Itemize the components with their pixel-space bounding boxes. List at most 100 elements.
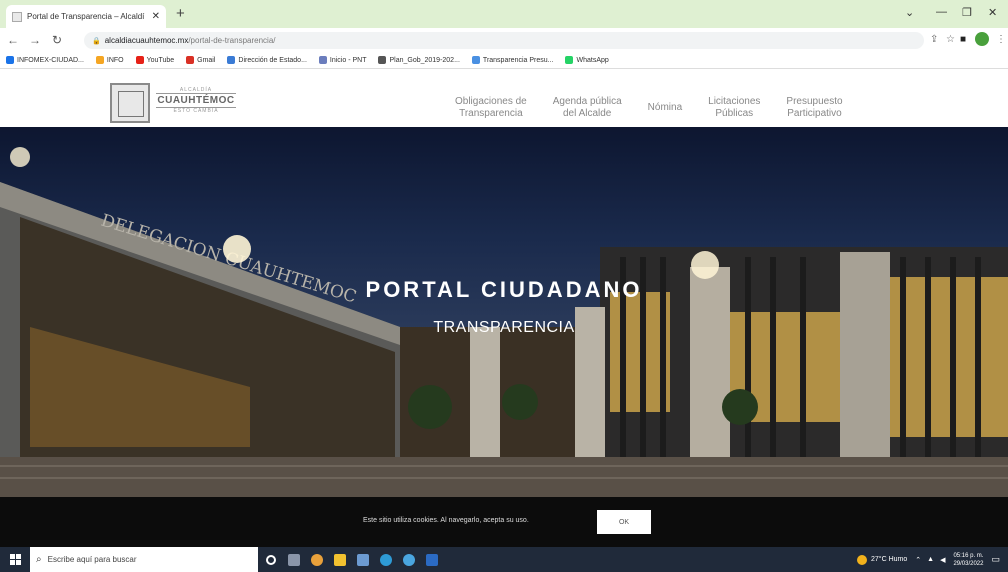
cookie-text: Este sitio utiliza cookies. Al navegarlo…: [363, 517, 529, 524]
lock-icon: 🔒: [92, 37, 101, 45]
address-bar[interactable]: 🔒 alcaldiacuauhtemoc.mx/portal-de-transp…: [84, 32, 924, 49]
bookmark-favicon-icon: [6, 56, 14, 64]
bookmark-item[interactable]: WhatsApp: [565, 56, 609, 64]
chrome-icon[interactable]: [307, 547, 327, 572]
close-tab-icon[interactable]: ✕: [152, 11, 160, 22]
task-view-icon[interactable]: [284, 547, 304, 572]
bookmark-item[interactable]: Gmail: [186, 56, 215, 64]
browser-tab-strip: Portal de Transparencia – Alcaldí ✕ + ⌄ …: [0, 0, 1008, 28]
network-icon[interactable]: ▲: [927, 556, 934, 563]
file-explorer-icon[interactable]: [330, 547, 350, 572]
weather-icon: [856, 554, 867, 565]
bookmark-label: Inicio - PNT: [329, 56, 367, 64]
back-icon[interactable]: ←: [4, 33, 22, 47]
hero-banner: DELEGACION CUAUHTEMOC PORTAL CIUDADANO T…: [0, 127, 1008, 497]
nav-link[interactable]: Obligaciones de Transparencia: [455, 96, 527, 120]
nav-link[interactable]: Agenda pública del Alcalde: [553, 96, 622, 120]
hero-title: PORTAL CIUDADANO: [365, 277, 643, 302]
edge-icon[interactable]: [376, 547, 396, 572]
bookmark-item[interactable]: INFO: [95, 56, 124, 64]
weather-text[interactable]: 27°C Humo: [871, 556, 907, 563]
bookmark-label: INFO: [106, 56, 124, 64]
bookmark-label: INFOMEX-CIUDAD...: [17, 56, 84, 64]
alcaldia-crest-icon[interactable]: [110, 83, 150, 123]
notifications-icon[interactable]: ▭: [991, 554, 1000, 565]
bookmark-favicon-icon: [471, 56, 480, 64]
bookmark-favicon-icon: [95, 56, 104, 64]
bookmark-favicon-icon: [565, 56, 574, 64]
nav-link[interactable]: Presupuesto Participativo: [786, 96, 842, 120]
bookmark-item[interactable]: Transparencia Presu...: [471, 56, 554, 64]
tab-search-icon[interactable]: ⌄: [905, 6, 914, 19]
nav-link-line1: Obligaciones de: [455, 96, 527, 107]
logo-bottom-text: ESTO CAMBIA: [173, 108, 219, 114]
volume-icon[interactable]: ◀: [940, 556, 945, 564]
restore-icon[interactable]: ❐: [962, 6, 972, 19]
clock-date: 29/03/2022: [953, 560, 984, 567]
word-icon[interactable]: [422, 547, 442, 572]
store-icon[interactable]: [353, 547, 373, 572]
tab-title: Portal de Transparencia – Alcaldí: [27, 12, 145, 21]
cortana-icon[interactable]: [261, 547, 281, 572]
nav-link[interactable]: Nómina: [648, 96, 682, 120]
share-icon[interactable]: ⇪: [930, 34, 938, 45]
forward-icon[interactable]: →: [26, 33, 44, 47]
menu-icon[interactable]: ⋮: [996, 34, 1006, 45]
bookmark-label: Transparencia Presu...: [482, 56, 554, 64]
site-header: ALCALDÍA CUAUHTÉMOC ESTO CAMBIA Obligaci…: [0, 69, 1008, 127]
bookmark-label: Gmail: [197, 56, 216, 64]
nav-link-line2: del Alcalde: [563, 108, 612, 119]
start-button[interactable]: [0, 547, 30, 572]
clock[interactable]: 05:16 p. m. 29/03/2022: [953, 552, 983, 568]
bookmark-label: WhatsApp: [576, 56, 609, 64]
nav-link-line2: Públicas: [715, 108, 754, 119]
bookmark-label: Plan_Gob_2019-202...: [389, 56, 460, 64]
bookmark-star-icon[interactable]: ☆: [946, 34, 955, 45]
browser-tab[interactable]: Portal de Transparencia – Alcaldí ✕: [6, 5, 166, 28]
app-icon[interactable]: [399, 547, 419, 572]
nav-link-line1: Nómina: [647, 102, 683, 113]
cookie-ok-button[interactable]: OK: [597, 510, 651, 534]
site-favicon-icon: [12, 11, 22, 22]
reload-icon[interactable]: ↻: [48, 33, 66, 47]
new-tab-icon[interactable]: +: [176, 5, 185, 22]
nav-link-line1: Presupuesto: [786, 96, 843, 107]
tray-chevron-icon[interactable]: ⌃: [915, 556, 921, 564]
bookmark-item[interactable]: YouTube: [135, 56, 175, 64]
taskbar-search[interactable]: ⌕ Escribe aquí para buscar: [30, 547, 258, 572]
windows-taskbar: ⌕ Escribe aquí para buscar 27°C Humo ⌃ ▲…: [0, 547, 1008, 572]
logo-main-text: CUAUHTÉMOC: [156, 93, 236, 108]
windows-logo-icon: [9, 554, 21, 565]
nav-link-line1: Agenda pública: [552, 96, 622, 107]
profile-avatar[interactable]: [975, 32, 989, 46]
system-tray: 27°C Humo ⌃ ▲ ◀ 05:16 p. m. 29/03/2022 ▭: [856, 547, 1008, 572]
main-nav: Obligaciones de Transparencia Agenda públi…: [455, 96, 843, 120]
nav-link[interactable]: Licitaciones Públicas: [708, 96, 760, 120]
close-window-icon[interactable]: ✕: [988, 6, 997, 19]
cookie-banner: Este sitio utiliza cookies. Al navegarlo…: [0, 497, 1008, 547]
bookmark-item[interactable]: Dirección de Estado...: [227, 56, 307, 64]
bookmarks-bar: INFOMEX-CIUDAD... INFO YouTube Gmail Direcci…: [0, 52, 1008, 69]
bookmark-favicon-icon: [227, 56, 236, 64]
browser-toolbar: ← → ↻ 🔒 alcaldiacuauhtemoc.mx/portal-de-…: [0, 28, 1008, 52]
bookmark-item[interactable]: INFOMEX-CIUDAD...: [6, 56, 84, 64]
minimize-icon[interactable]: —: [936, 6, 947, 18]
clock-time: 05:16 p. m.: [953, 552, 984, 559]
bookmark-favicon-icon: [318, 56, 327, 64]
extension-icon[interactable]: ■: [960, 34, 966, 45]
bookmark-favicon-icon: [378, 56, 387, 64]
bookmark-favicon-icon: [135, 56, 144, 64]
bookmark-item[interactable]: Plan_Gob_2019-202...: [378, 56, 460, 64]
nav-link-line2: Participativo: [787, 108, 842, 119]
search-placeholder: Escribe aquí para buscar: [47, 555, 137, 564]
bookmark-label: YouTube: [146, 56, 175, 64]
nav-link-line2: Transparencia: [459, 108, 523, 119]
building-night-photo: DELEGACION CUAUHTEMOC: [0, 147, 1008, 497]
url-host: alcaldiacuauhtemoc.mx: [104, 36, 189, 45]
url-path: /portal-de-transparencia/: [188, 36, 276, 45]
bookmark-item[interactable]: Inicio - PNT: [318, 56, 367, 64]
site-logo[interactable]: ALCALDÍA CUAUHTÉMOC ESTO CAMBIA: [156, 87, 236, 114]
nav-link-line1: Licitaciones: [708, 96, 761, 107]
bookmark-favicon-icon: [186, 56, 195, 64]
hero-subtitle: TRANSPARENCIA: [433, 319, 575, 336]
